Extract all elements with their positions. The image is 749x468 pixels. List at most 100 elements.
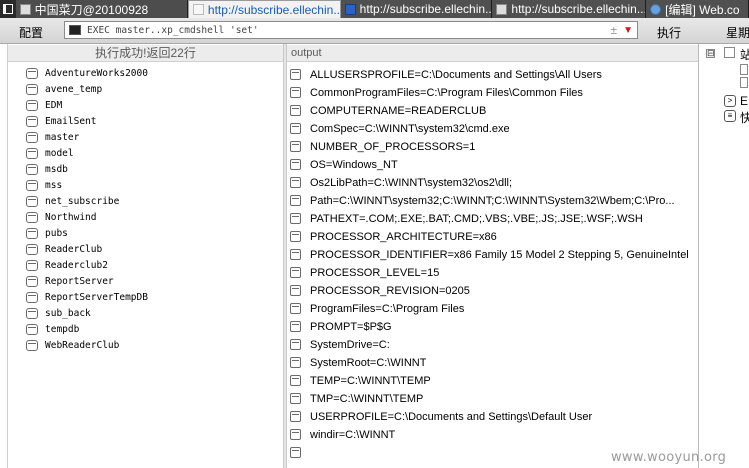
database-icon bbox=[26, 259, 38, 271]
play-icon: > bbox=[724, 95, 736, 107]
output-row[interactable]: ProgramFiles=C:\Program Files bbox=[290, 300, 695, 317]
tree-label[interactable]: 站 bbox=[740, 46, 749, 63]
database-item[interactable]: avene_temp bbox=[26, 81, 102, 97]
output-row[interactable]: Path=C:\WINNT\system32;C:\WINNT;C:\WINNT… bbox=[290, 192, 695, 209]
database-item[interactable]: WebReaderClub bbox=[26, 337, 119, 353]
row-icon bbox=[290, 213, 301, 224]
tab-subscribe-3[interactable]: http://subscribe.ellechin... bbox=[492, 0, 647, 18]
database-label: WebReaderClub bbox=[45, 339, 120, 351]
output-row[interactable]: USERPROFILE=C:\Documents and Settings\De… bbox=[290, 408, 695, 425]
database-item[interactable]: ReportServerTempDB bbox=[26, 289, 148, 305]
database-item[interactable]: Northwind bbox=[26, 209, 96, 225]
output-row[interactable]: windir=C:\WINNT bbox=[290, 426, 695, 443]
output-row[interactable]: SystemDrive=C: bbox=[290, 336, 695, 353]
row-icon bbox=[290, 285, 301, 296]
output-cell: TMP=C:\WINNT\TEMP bbox=[310, 392, 424, 405]
output-row[interactable]: TEMP=C:\WINNT\TEMP bbox=[290, 372, 695, 389]
database-item[interactable]: sub_back bbox=[26, 305, 91, 321]
tree-label[interactable]: E bbox=[740, 94, 748, 108]
database-label: EmailSent bbox=[45, 115, 97, 127]
output-row[interactable]: COMPUTERNAME=READERCLUB bbox=[290, 102, 695, 119]
tree-label[interactable]: 快 bbox=[740, 109, 749, 126]
database-item[interactable]: model bbox=[26, 145, 74, 161]
database-icon bbox=[26, 339, 38, 351]
execute-button[interactable]: 执行 bbox=[657, 24, 681, 41]
database-item[interactable]: AdventureWorks2000 bbox=[26, 65, 148, 81]
output-row[interactable]: PROCESSOR_ARCHITECTURE=x86 bbox=[290, 228, 695, 245]
tab-title: 中国菜刀@20100928 bbox=[34, 2, 149, 17]
output-cell: windir=C:\WINNT bbox=[310, 428, 396, 441]
row-icon bbox=[290, 267, 301, 278]
right-tree-panel: ⊟ 站 > E ≡ 快 bbox=[698, 44, 749, 468]
row-icon bbox=[290, 447, 301, 458]
tab-title: http://subscribe.ellechin... bbox=[511, 2, 647, 16]
command-input[interactable]: EXEC master..xp_cmdshell 'set' ± ▼ bbox=[64, 21, 638, 39]
output-cell: ProgramFiles=C:\Program Files bbox=[310, 302, 465, 315]
database-item[interactable]: mss bbox=[26, 177, 62, 193]
clear-icon[interactable]: ± bbox=[611, 23, 618, 37]
collapse-toggle-icon[interactable]: ⊟ bbox=[706, 49, 715, 58]
database-label: sub_back bbox=[45, 307, 91, 319]
command-text[interactable]: EXEC master..xp_cmdshell 'set' bbox=[87, 25, 611, 36]
window-menu-button[interactable] bbox=[0, 0, 16, 18]
output-row[interactable]: CommonProgramFiles=C:\Program Files\Comm… bbox=[290, 84, 695, 101]
database-item[interactable]: pubs bbox=[26, 225, 68, 241]
output-row[interactable]: TMP=C:\WINNT\TEMP bbox=[290, 390, 695, 407]
output-row[interactable]: PROCESSOR_IDENTIFIER=x86 Family 15 Model… bbox=[290, 246, 695, 263]
output-cell: PROCESSOR_LEVEL=15 bbox=[310, 266, 440, 279]
row-icon bbox=[290, 231, 301, 242]
database-item[interactable]: master bbox=[26, 129, 79, 145]
database-icon bbox=[26, 99, 38, 111]
row-icon bbox=[290, 69, 301, 80]
page-icon bbox=[192, 4, 204, 15]
page-icon bbox=[19, 3, 31, 15]
tab-subscribe-active[interactable]: http://subscribe.ellechin... bbox=[187, 0, 341, 18]
output-row[interactable]: PATHEXT=.COM;.EXE;.BAT;.CMD;.VBS;.VBE;.J… bbox=[290, 210, 695, 227]
database-item[interactable]: msdb bbox=[26, 161, 68, 177]
database-item[interactable]: Readerclub2 bbox=[26, 257, 108, 273]
output-row[interactable]: OS=Windows_NT bbox=[290, 156, 695, 173]
database-item[interactable]: ReaderClub bbox=[26, 241, 102, 257]
database-item[interactable]: net_subscribe bbox=[26, 193, 119, 209]
database-label: master bbox=[45, 131, 80, 143]
tab-subscribe-2[interactable]: http://subscribe.ellechin... bbox=[340, 0, 493, 18]
output-cell: OS=Windows_NT bbox=[310, 158, 398, 171]
output-cell: PROMPT=$P$G bbox=[310, 320, 392, 333]
output-row[interactable]: SystemRoot=C:\WINNT bbox=[290, 354, 695, 371]
database-label: mss bbox=[45, 179, 63, 191]
output-row[interactable]: Os2LibPath=C:\WINNT\system32\os2\dll; bbox=[290, 174, 695, 191]
tab-edit-web[interactable]: [编辑] Web.co bbox=[646, 0, 749, 18]
output-row[interactable]: PROCESSOR_REVISION=0205 bbox=[290, 282, 695, 299]
output-row[interactable]: PROMPT=$P$G bbox=[290, 318, 695, 335]
output-row[interactable]: ComSpec=C:\WINNT\system32\cmd.exe bbox=[290, 120, 695, 137]
database-item[interactable]: EmailSent bbox=[26, 113, 96, 129]
output-row[interactable]: PROCESSOR_LEVEL=15 bbox=[290, 264, 695, 281]
row-icon bbox=[290, 195, 301, 206]
output-row[interactable]: ALLUSERSPROFILE=C:\Documents and Setting… bbox=[290, 66, 695, 83]
row-icon bbox=[290, 177, 301, 188]
database-icon bbox=[26, 291, 38, 303]
note-icon: ≡ bbox=[724, 110, 736, 122]
database-label: EDM bbox=[45, 99, 63, 111]
row-icon bbox=[290, 141, 301, 152]
output-cell: SystemDrive=C: bbox=[310, 338, 390, 351]
tab-caidao[interactable]: 中国菜刀@20100928 bbox=[15, 0, 188, 18]
window-icon bbox=[2, 4, 13, 14]
config-button[interactable]: 配置 bbox=[19, 24, 43, 41]
row-icon bbox=[290, 357, 301, 368]
chevron-down-icon[interactable]: ▼ bbox=[623, 25, 633, 36]
database-item[interactable]: tempdb bbox=[26, 321, 79, 337]
browser-tab-bar: 中国菜刀@20100928 http://subscribe.ellechin.… bbox=[0, 0, 749, 18]
database-item[interactable]: EDM bbox=[26, 97, 62, 113]
database-label: Northwind bbox=[45, 211, 97, 223]
output-column-header[interactable]: output bbox=[287, 45, 698, 62]
database-icon bbox=[26, 227, 38, 239]
database-icon bbox=[26, 195, 38, 207]
database-icon bbox=[26, 163, 38, 175]
output-cell: TEMP=C:\WINNT\TEMP bbox=[310, 374, 431, 387]
database-label: AdventureWorks2000 bbox=[45, 67, 148, 79]
output-row[interactable]: NUMBER_OF_PROCESSORS=1 bbox=[290, 138, 695, 155]
database-label: ReportServer bbox=[45, 275, 114, 287]
database-item[interactable]: ReportServer bbox=[26, 273, 114, 289]
node-icon bbox=[740, 77, 748, 88]
